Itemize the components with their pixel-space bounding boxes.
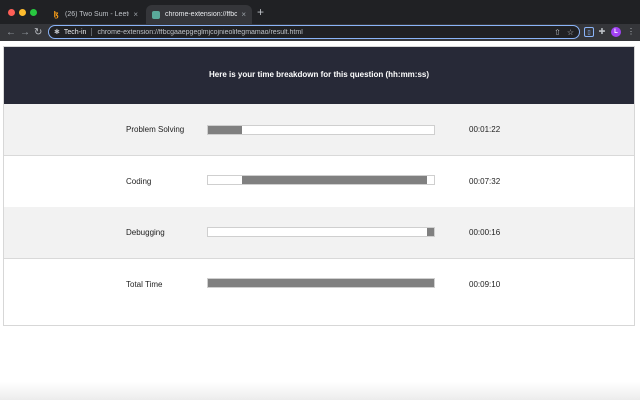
time-bar-fill bbox=[208, 126, 242, 134]
tab-leetcode[interactable]: ɮ (26) Two Sum - LeetCode × bbox=[46, 5, 144, 24]
breakdown-row-debugging: Debugging 00:00:16 bbox=[4, 207, 634, 258]
more-menu-icon[interactable]: ⋮ bbox=[626, 27, 636, 37]
time-breakdown-panel: Here is your time breakdown for this que… bbox=[3, 46, 635, 326]
time-bar-track bbox=[207, 278, 435, 288]
page-content: Here is your time breakdown for this que… bbox=[0, 41, 640, 400]
time-bar-fill bbox=[427, 228, 434, 236]
time-bar-track bbox=[207, 227, 435, 237]
window-zoom-button[interactable] bbox=[30, 9, 37, 16]
leetcode-icon: ɮ bbox=[53, 10, 59, 19]
extension-name: Tech-in bbox=[63, 28, 87, 36]
time-bar-fill bbox=[241, 176, 428, 184]
address-url[interactable]: chrome-extension://ffbcgaaepgeglmjcojnie… bbox=[97, 29, 554, 36]
tab-title: (26) Two Sum - LeetCode bbox=[65, 11, 129, 18]
bookmark-star-icon[interactable]: ☆ bbox=[567, 28, 574, 37]
reload-icon[interactable]: ↻ bbox=[34, 26, 42, 39]
time-bar-track bbox=[207, 175, 435, 185]
address-bar[interactable]: ✱ Tech-in chrome-extension://ffbcgaaepge… bbox=[48, 25, 580, 39]
browser-toolbar: ← → ↻ ✱ Tech-in chrome-extension://ffbcg… bbox=[0, 24, 640, 41]
extension-puzzle-icon[interactable]: ✱ bbox=[54, 28, 60, 36]
extension-icon bbox=[152, 10, 160, 19]
row-label: Coding bbox=[126, 177, 152, 186]
breakdown-title: Here is your time breakdown for this que… bbox=[208, 70, 430, 79]
tab-title: chrome-extension://ffbcgaaepgegl bbox=[165, 11, 238, 18]
tab-extension-result[interactable]: chrome-extension://ffbcgaaepgegl × bbox=[146, 5, 252, 24]
browser-tab-bar: ɮ (26) Two Sum - LeetCode × chrome-exten… bbox=[0, 0, 640, 24]
row-label: Debugging bbox=[126, 228, 165, 237]
time-bar-track bbox=[207, 125, 435, 135]
tab-close-icon[interactable]: × bbox=[241, 10, 246, 19]
omnibox-divider bbox=[91, 28, 93, 36]
time-bar-fill bbox=[208, 279, 434, 287]
row-time: 00:09:10 bbox=[469, 280, 501, 289]
row-label: Total Time bbox=[126, 280, 163, 289]
share-icon[interactable]: ⇧ bbox=[554, 28, 561, 37]
back-arrow-icon[interactable]: ← bbox=[6, 26, 16, 39]
profile-avatar[interactable]: L bbox=[611, 27, 621, 37]
tab-close-icon[interactable]: × bbox=[133, 10, 138, 19]
new-tab-button[interactable]: + bbox=[257, 6, 264, 18]
row-time: 00:07:32 bbox=[469, 177, 501, 186]
row-label: Problem Solving bbox=[126, 125, 185, 134]
bottom-shadow bbox=[0, 382, 640, 400]
breakdown-row-problem-solving: Problem Solving 00:01:22 bbox=[4, 104, 634, 155]
extensions-menu-icon[interactable]: ✚ bbox=[597, 27, 607, 37]
breakdown-row-total-time: Total Time 00:09:10 bbox=[4, 258, 634, 310]
extension-action-icon[interactable]: ▯ bbox=[584, 27, 594, 37]
row-time: 00:00:16 bbox=[469, 228, 501, 237]
forward-arrow-icon[interactable]: → bbox=[20, 26, 30, 39]
window-close-button[interactable] bbox=[8, 9, 15, 16]
breakdown-header: Here is your time breakdown for this que… bbox=[4, 47, 634, 104]
breakdown-row-coding: Coding 00:07:32 bbox=[4, 155, 634, 207]
row-time: 00:01:22 bbox=[469, 125, 501, 134]
window-minimize-button[interactable] bbox=[19, 9, 26, 16]
